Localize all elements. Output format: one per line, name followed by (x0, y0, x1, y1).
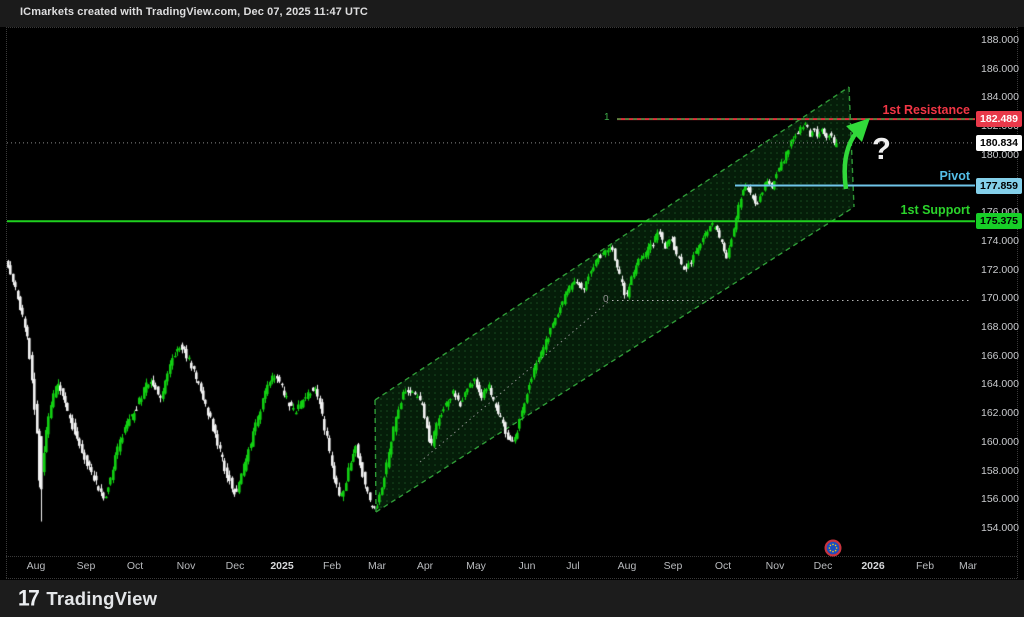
time-axis-month-label: Apr (417, 560, 433, 572)
price-tick-label: 188.000 (981, 34, 1019, 46)
question-mark-annotation[interactable]: ? (872, 131, 891, 167)
tradingview-logo-text[interactable]: TradingView (46, 588, 157, 610)
last-price-badge: 180.834 (976, 135, 1022, 151)
price-tick-label: 170.000 (981, 292, 1019, 304)
fib-level-0-label: 0 (603, 294, 609, 305)
fib-trendline[interactable] (420, 302, 608, 462)
price-tick-label: 172.000 (981, 264, 1019, 276)
pivot-label[interactable]: Pivot (770, 169, 970, 183)
time-axis-month-label: Dec (814, 560, 833, 572)
time-axis-year-label: 2026 (861, 560, 884, 572)
price-tick-label: 168.000 (981, 321, 1019, 333)
time-axis-month-label: Sep (77, 560, 96, 572)
price-tick-label: 184.000 (981, 91, 1019, 103)
price-tick-label: 156.000 (981, 493, 1019, 505)
price-tick-label: 164.000 (981, 378, 1019, 390)
price-tick-label: 154.000 (981, 522, 1019, 534)
time-axis-month-label: Jul (566, 560, 579, 572)
time-axis-month-label: Oct (715, 560, 731, 572)
time-axis-month-label: Aug (618, 560, 637, 572)
price-tick-label: 158.000 (981, 465, 1019, 477)
time-axis-month-label: Nov (177, 560, 196, 572)
time-axis-month-label: Mar (959, 560, 977, 572)
tradingview-logo-icon[interactable]: 17 (18, 586, 38, 611)
time-axis-month-label: Jun (519, 560, 536, 572)
price-tick-label: 166.000 (981, 350, 1019, 362)
eu-flag-event-icon[interactable] (824, 539, 842, 557)
resistance-label[interactable]: 1st Resistance (770, 103, 970, 117)
resistance-price-badge: 182.489 (976, 111, 1022, 127)
support-price-badge: 175.375 (976, 213, 1022, 229)
time-axis-month-label: Dec (226, 560, 245, 572)
price-tick-label: 160.000 (981, 436, 1019, 448)
time-axis-year-label: 2025 (270, 560, 293, 572)
pivot-price-badge: 177.859 (976, 178, 1022, 194)
time-axis-month-label: Mar (368, 560, 386, 572)
time-axis-month-label: Aug (27, 560, 46, 572)
fib-level-1-label: 1 (604, 112, 610, 123)
price-tick-label: 186.000 (981, 63, 1019, 75)
levels-drawing-layer (0, 0, 1024, 617)
price-tick-label: 174.000 (981, 235, 1019, 247)
time-axis-month-label: Nov (766, 560, 785, 572)
time-axis-month-label: Sep (664, 560, 683, 572)
tradingview-chart-window: ICmarkets created with TradingView.com, … (0, 0, 1024, 617)
footer-bar: 17 TradingView (0, 580, 1024, 617)
time-axis-month-label: Feb (916, 560, 934, 572)
time-axis-month-label: Oct (127, 560, 143, 572)
price-tick-label: 162.000 (981, 407, 1019, 419)
time-axis-month-label: May (466, 560, 486, 572)
support-label[interactable]: 1st Support (770, 203, 970, 217)
time-axis-month-label: Feb (323, 560, 341, 572)
